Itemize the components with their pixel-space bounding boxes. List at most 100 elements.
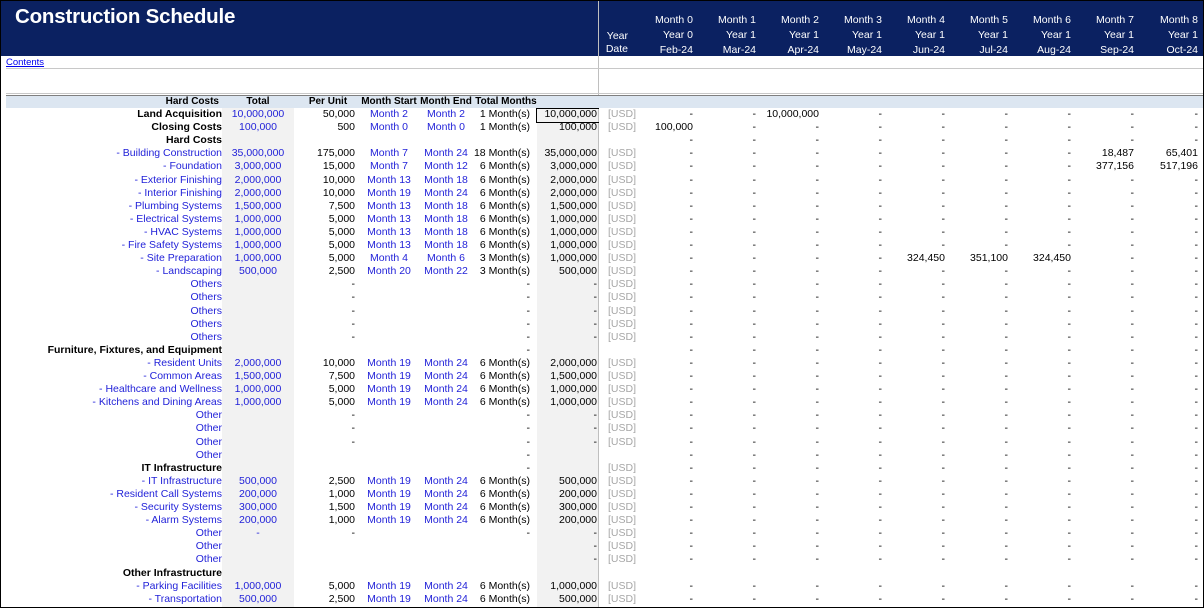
month-value-cell[interactable]: -: [696, 527, 757, 540]
row-label[interactable]: - HVAC Systems: [1, 226, 222, 239]
sum-cell[interactable]: 1,000,000: [537, 239, 597, 252]
month-value-cell[interactable]: -: [1138, 318, 1199, 331]
sum-cell[interactable]: 500,000: [537, 475, 597, 488]
row-label[interactable]: Other Infrastructure: [1, 567, 222, 580]
month-value-cell[interactable]: -: [1138, 422, 1199, 435]
sum-cell[interactable]: 500,000: [537, 593, 597, 606]
month-value-cell[interactable]: -: [633, 278, 694, 291]
row-label[interactable]: Other: [1, 540, 222, 553]
month-value-cell[interactable]: -: [633, 226, 694, 239]
month-start-cell[interactable]: Month 13: [359, 239, 419, 252]
month-value-cell[interactable]: -: [885, 265, 946, 278]
month-value-cell[interactable]: -: [948, 174, 1009, 187]
month-value-cell[interactable]: -: [1074, 239, 1135, 252]
month-value-cell[interactable]: -: [885, 475, 946, 488]
total-cell[interactable]: 35,000,000: [222, 147, 294, 160]
month-value-cell[interactable]: -: [1011, 108, 1072, 121]
row-label[interactable]: Other: [1, 422, 222, 435]
month-value-cell[interactable]: -: [759, 462, 820, 475]
total-months-cell[interactable]: 6 Month(s): [471, 187, 530, 200]
month-value-cell[interactable]: -: [822, 174, 883, 187]
month-value-cell[interactable]: -: [822, 553, 883, 566]
month-value-cell[interactable]: -: [822, 108, 883, 121]
month-value-cell[interactable]: -: [633, 187, 694, 200]
month-value-cell[interactable]: -: [885, 160, 946, 173]
total-cell[interactable]: 1,000,000: [222, 213, 294, 226]
month-value-cell[interactable]: -: [948, 147, 1009, 160]
per-unit-cell[interactable]: 5,000: [291, 580, 355, 593]
row-label[interactable]: - Resident Units: [1, 357, 222, 370]
total-cell[interactable]: 1,000,000: [222, 580, 294, 593]
row-label[interactable]: Other: [1, 553, 222, 566]
month-value-cell[interactable]: -: [885, 527, 946, 540]
per-unit-cell[interactable]: 15,000: [291, 160, 355, 173]
month-value-cell[interactable]: -: [633, 265, 694, 278]
total-cell[interactable]: 1,500,000: [222, 200, 294, 213]
month-start-cell[interactable]: Month 19: [359, 501, 419, 514]
month-start-cell[interactable]: Month 19: [359, 514, 419, 527]
month-value-cell[interactable]: -: [885, 436, 946, 449]
month-value-cell[interactable]: -: [822, 187, 883, 200]
month-value-cell[interactable]: -: [1138, 344, 1199, 357]
per-unit-cell[interactable]: -: [291, 422, 356, 435]
month-value-cell[interactable]: -: [948, 291, 1009, 304]
month-value-cell[interactable]: -: [1011, 593, 1072, 606]
total-cell[interactable]: 2,000,000: [222, 357, 294, 370]
month-value-cell[interactable]: -: [1138, 462, 1199, 475]
month-value-cell[interactable]: -: [1074, 226, 1135, 239]
total-cell[interactable]: 300,000: [222, 501, 294, 514]
row-label[interactable]: - Security Systems: [1, 501, 222, 514]
month-start-cell[interactable]: Month 19: [359, 488, 419, 501]
month-value-cell[interactable]: -: [1138, 265, 1199, 278]
row-label[interactable]: - Resident Call Systems: [1, 488, 222, 501]
month-value-cell[interactable]: -: [633, 305, 694, 318]
month-value-cell[interactable]: 324,450: [1011, 252, 1071, 265]
sum-cell[interactable]: 1,000,000: [537, 580, 597, 593]
total-months-cell[interactable]: -: [471, 278, 531, 291]
total-months-cell[interactable]: -: [471, 409, 531, 422]
month-value-cell[interactable]: -: [696, 305, 757, 318]
month-value-cell[interactable]: -: [633, 134, 694, 147]
total-cell[interactable]: 10,000,000: [222, 108, 294, 121]
month-value-cell[interactable]: -: [696, 160, 757, 173]
per-unit-cell[interactable]: 5,000: [291, 239, 355, 252]
month-value-cell[interactable]: -: [948, 305, 1009, 318]
month-value-cell[interactable]: -: [759, 265, 820, 278]
month-value-cell[interactable]: -: [696, 291, 757, 304]
month-value-cell[interactable]: -: [948, 422, 1009, 435]
month-value-cell[interactable]: 10,000,000: [759, 108, 819, 121]
total-months-cell[interactable]: 6 Month(s): [471, 239, 530, 252]
row-label[interactable]: - Site Preparation: [1, 252, 222, 265]
month-value-cell[interactable]: -: [1074, 278, 1135, 291]
month-value-cell[interactable]: -: [1138, 540, 1199, 553]
month-value-cell[interactable]: -: [1074, 121, 1135, 134]
per-unit-cell[interactable]: -: [291, 291, 356, 304]
per-unit-cell[interactable]: 500: [291, 121, 355, 134]
month-value-cell[interactable]: -: [1138, 449, 1199, 462]
total-cell[interactable]: 1,000,000: [222, 226, 294, 239]
month-value-cell[interactable]: -: [696, 200, 757, 213]
month-value-cell[interactable]: -: [696, 213, 757, 226]
total-months-cell[interactable]: 6 Month(s): [471, 383, 530, 396]
month-value-cell[interactable]: -: [1138, 226, 1199, 239]
month-end-cell[interactable]: Month 24: [419, 383, 473, 396]
month-value-cell[interactable]: -: [759, 147, 820, 160]
month-value-cell[interactable]: -: [759, 357, 820, 370]
month-start-cell[interactable]: Month 19: [359, 370, 419, 383]
month-value-cell[interactable]: -: [759, 475, 820, 488]
row-label[interactable]: Furniture, Fixtures, and Equipment: [1, 344, 222, 357]
row-label[interactable]: - Fire Safety Systems: [1, 239, 222, 252]
month-value-cell[interactable]: -: [633, 553, 694, 566]
month-value-cell[interactable]: -: [1011, 239, 1072, 252]
sum-cell[interactable]: 300,000: [537, 501, 597, 514]
month-value-cell[interactable]: -: [1138, 396, 1199, 409]
row-label[interactable]: Others: [1, 278, 222, 291]
month-value-cell[interactable]: -: [948, 580, 1009, 593]
row-label[interactable]: - Kitchens and Dining Areas: [1, 396, 222, 409]
month-value-cell[interactable]: -: [1011, 278, 1072, 291]
sum-cell[interactable]: -: [537, 527, 598, 540]
month-value-cell[interactable]: -: [1074, 488, 1135, 501]
month-value-cell[interactable]: -: [885, 501, 946, 514]
month-value-cell[interactable]: -: [822, 357, 883, 370]
month-value-cell[interactable]: -: [1011, 147, 1072, 160]
